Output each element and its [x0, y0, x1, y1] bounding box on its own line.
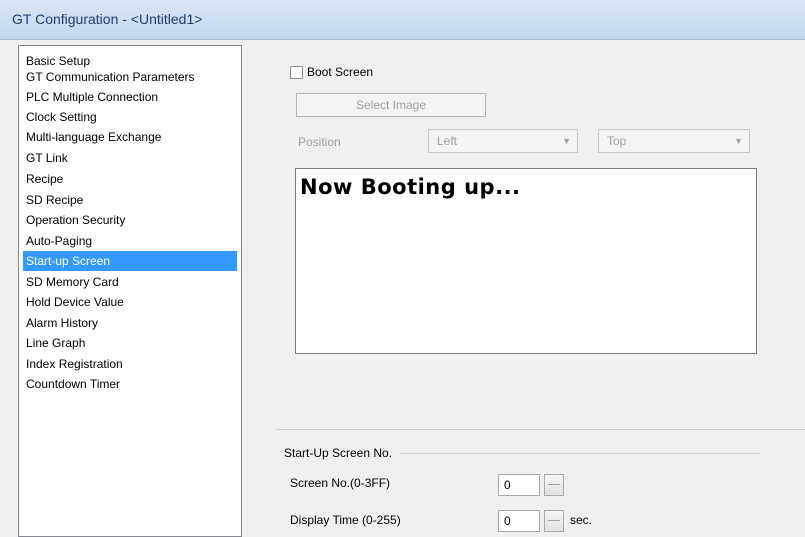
- vertical-position-value: Top: [607, 134, 627, 148]
- group-separator: [400, 453, 760, 454]
- title-bar: GT Configuration - <Untitled1>: [0, 0, 805, 40]
- sidebar-item-start-up-screen[interactable]: Start-up Screen: [23, 251, 237, 271]
- sidebar-item-clock-setting[interactable]: Clock Setting: [23, 107, 237, 127]
- sidebar-item-sd-memory-card[interactable]: SD Memory Card: [23, 272, 237, 292]
- display-time-label: Display Time (0-255): [290, 513, 401, 527]
- chevron-down-icon: ▼: [562, 136, 571, 146]
- screen-no-input[interactable]: 0: [498, 474, 540, 496]
- sidebar-item-hold-device-value[interactable]: Hold Device Value: [23, 292, 237, 312]
- horizontal-position-value: Left: [437, 134, 458, 148]
- settings-tree[interactable]: Basic Setup GT Communication Parameters …: [18, 45, 242, 537]
- sidebar-item-recipe[interactable]: Recipe: [23, 169, 237, 189]
- sidebar-item-auto-paging[interactable]: Auto-Paging: [23, 231, 237, 251]
- startup-screen-group-title: Start-Up Screen No.: [284, 446, 393, 460]
- sidebar-item-plc-multiple-connection[interactable]: PLC Multiple Connection: [23, 87, 237, 107]
- display-time-unit: sec.: [570, 513, 593, 527]
- sidebar-item-multi-language-exchange[interactable]: Multi-language Exchange: [23, 127, 237, 147]
- section-divider: [276, 429, 805, 430]
- chevron-down-icon: ▼: [734, 136, 743, 146]
- sidebar-item-gt-communication-parameters[interactable]: GT Communication Parameters: [23, 67, 237, 87]
- window-title: GT Configuration - <Untitled1>: [12, 11, 203, 27]
- horizontal-position-select[interactable]: Left ▼: [428, 129, 578, 153]
- sidebar-item-countdown-timer[interactable]: Countdown Timer: [23, 374, 237, 394]
- sidebar-item-alarm-history[interactable]: Alarm History: [23, 313, 237, 333]
- boot-screen-option[interactable]: Boot Screen: [290, 65, 373, 79]
- display-time-input[interactable]: 0: [498, 510, 540, 532]
- screen-no-label: Screen No.(0-3FF): [290, 476, 391, 490]
- sidebar-item-sd-recipe[interactable]: SD Recipe: [23, 190, 237, 210]
- boot-screen-label: Boot Screen: [307, 65, 374, 79]
- vertical-position-select[interactable]: Top ▼: [598, 129, 750, 153]
- sidebar-item-index-registration[interactable]: Index Registration: [23, 354, 237, 374]
- display-time-spin-button[interactable]: [544, 510, 564, 532]
- sidebar-item-gt-link[interactable]: GT Link: [23, 148, 237, 168]
- screen-no-spin-button[interactable]: [544, 474, 564, 496]
- sidebar-item-operation-security[interactable]: Operation Security: [23, 210, 237, 230]
- boot-message-text: Now Booting up...: [300, 175, 521, 199]
- sidebar-item-line-graph[interactable]: Line Graph: [23, 333, 237, 353]
- boot-screen-checkbox[interactable]: [290, 65, 303, 79]
- boot-message-textarea[interactable]: Now Booting up...: [295, 168, 757, 354]
- select-image-button[interactable]: Select Image: [296, 93, 486, 117]
- position-label: Position: [298, 135, 341, 149]
